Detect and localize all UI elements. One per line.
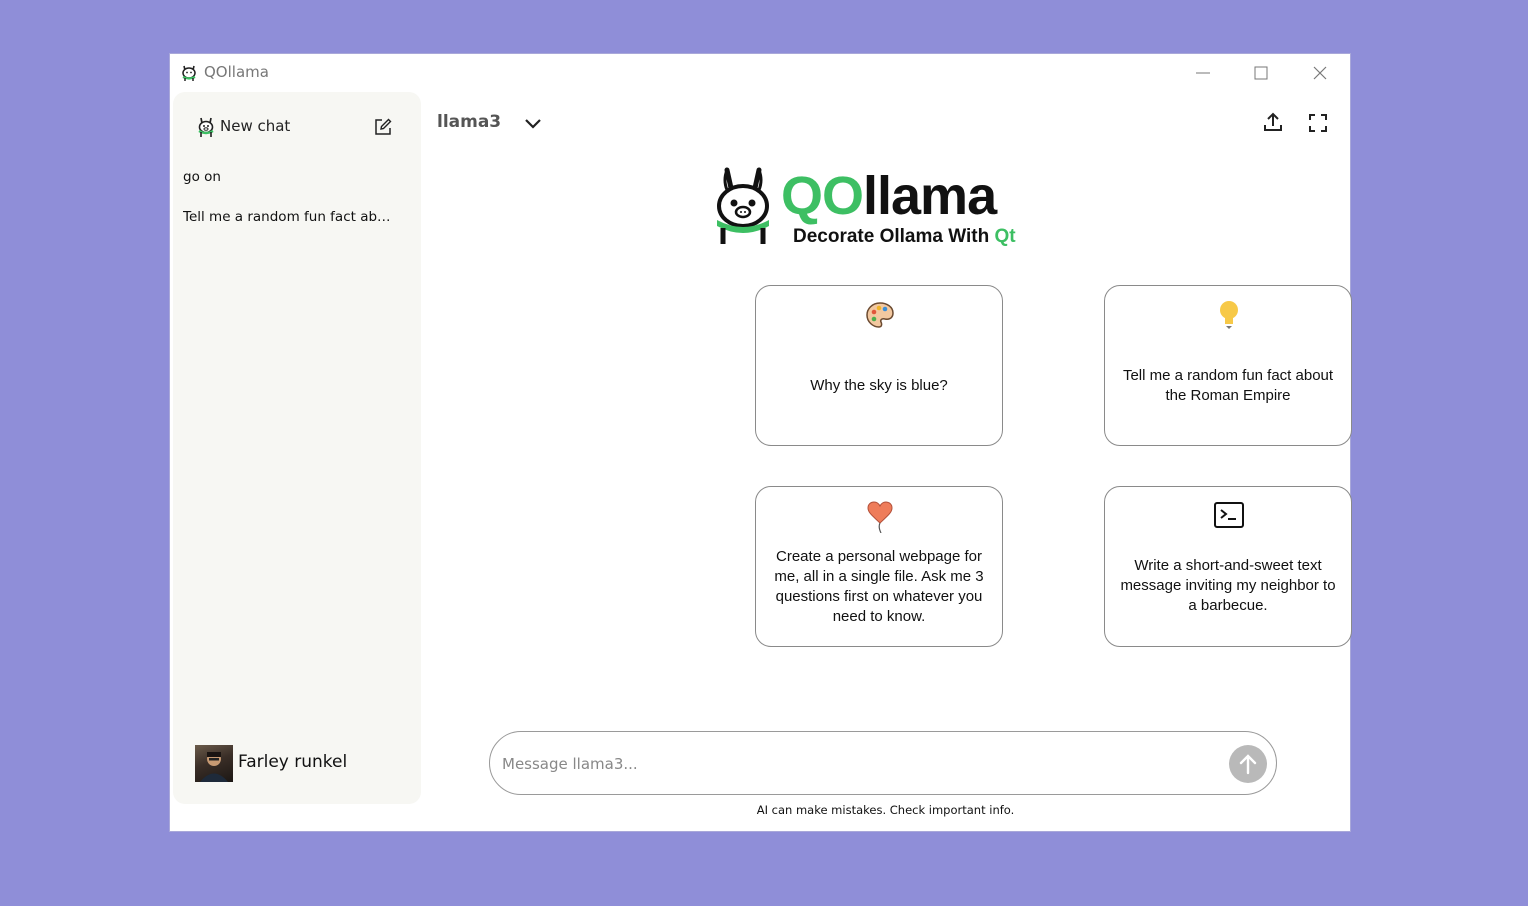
history-item[interactable]: go on: [183, 162, 403, 192]
disclaimer-text: AI can make mistakes. Check important in…: [756, 803, 1015, 817]
edit-icon[interactable]: [373, 117, 393, 137]
lightbulb-icon: [1220, 301, 1238, 329]
share-upload-icon[interactable]: [1261, 110, 1285, 134]
title-bar: QOllama: [170, 54, 1350, 92]
main-panel: llama3 QOllama Decorate Ollama With Qt W…: [421, 92, 1352, 831]
new-chat-label: New chat: [220, 117, 291, 135]
user-name: Farley runkel: [238, 752, 348, 772]
llama-icon: [198, 117, 214, 137]
window-title: QOllama: [204, 63, 269, 81]
close-icon: [1313, 66, 1327, 80]
maximize-icon: [1254, 66, 1268, 80]
suggestion-text: Why the sky is blue?: [810, 377, 948, 394]
fullscreen-icon[interactable]: [1307, 112, 1329, 134]
history-item[interactable]: Tell me a random fun fact about the Roma…: [183, 202, 398, 232]
model-name[interactable]: llama3: [437, 112, 501, 132]
avatar: [195, 745, 233, 782]
terminal-icon: [1214, 502, 1244, 528]
heart-balloon-icon: [867, 501, 893, 533]
qollama-logo: QOllama Decorate Ollama With Qt: [711, 162, 1061, 252]
app-window: QOllama New chat go on Tell me a random …: [170, 54, 1352, 831]
suggestion-card[interactable]: Why the sky is blue?: [755, 285, 1003, 446]
maximize-button[interactable]: [1241, 60, 1281, 86]
close-button[interactable]: [1300, 60, 1340, 86]
palette-icon: [866, 302, 894, 328]
minimize-button[interactable]: [1183, 60, 1223, 86]
minimize-icon: [1196, 72, 1210, 74]
app-logo-icon: [182, 65, 196, 81]
suggestion-text: Write a short-and-sweet text message inv…: [1120, 557, 1336, 614]
chevron-down-icon[interactable]: [521, 112, 545, 134]
new-chat-button[interactable]: New chat: [187, 110, 397, 144]
sidebar: New chat go on Tell me a random fun fact…: [173, 92, 421, 804]
suggestion-card[interactable]: Tell me a random fun fact about the Roma…: [1104, 285, 1352, 446]
send-button[interactable]: [1229, 745, 1267, 783]
logo-wordmark: QOllama: [781, 166, 997, 226]
message-input[interactable]: [500, 750, 1204, 778]
suggestion-text: Create a personal webpage for me, all in…: [774, 548, 984, 625]
suggestion-text: Tell me a random fun fact about the Roma…: [1122, 367, 1334, 404]
arrow-up-icon: [1239, 754, 1257, 775]
llama-mascot-icon: [717, 167, 769, 244]
suggestion-card[interactable]: Create a personal webpage for me, all in…: [755, 486, 1003, 647]
message-composer: [489, 731, 1277, 795]
user-profile[interactable]: Farley runkel: [195, 745, 405, 785]
suggestion-card[interactable]: Write a short-and-sweet text message inv…: [1104, 486, 1352, 647]
logo-tagline: Decorate Ollama With Qt: [793, 226, 1016, 247]
